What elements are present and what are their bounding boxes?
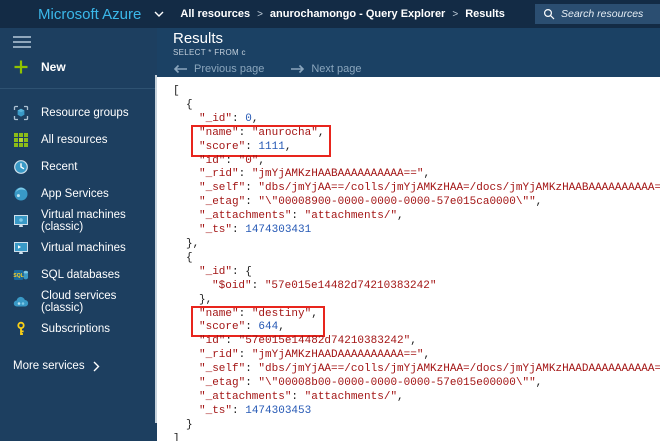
json-line: "score": 1111,	[199, 140, 292, 153]
json-line: "_rid": "jmYjAMKzHAADAAAAAAAAAA==",	[199, 349, 431, 362]
json-line: "id": "0",	[199, 154, 266, 167]
json-line: ]	[173, 432, 180, 441]
json-line: "_id": 0,	[199, 112, 259, 125]
paging-controls: Previous page Next page	[173, 63, 660, 75]
json-line: {	[186, 251, 193, 264]
results-content: [ { "_id": 0, "name": "anurocha", "score": 1…	[157, 77, 660, 441]
json-line: "$oid": "57e015e14482d74210383242"	[212, 279, 437, 292]
sidebar-item-virtual-machines-classic[interactable]: Virtual machines (classic)	[0, 207, 157, 234]
subscriptions-icon	[17, 321, 25, 335]
breadcrumb-separator-icon: >	[452, 8, 459, 20]
sidebar-item-app-services[interactable]: App Services	[0, 180, 157, 207]
json-line: "_self": "dbs/jmYjAA==/colls/jmYjAMKzHAA…	[199, 363, 660, 376]
sidebar-item-label: Subscriptions	[41, 322, 111, 335]
sidebar-item-sql-databases[interactable]: SQL SQL databases	[0, 261, 157, 288]
breadcrumb: All resources > anurochamongo - Query Ex…	[180, 8, 505, 20]
breadcrumb-item-all-resources[interactable]: All resources	[180, 8, 250, 20]
sidebar-item-label: Resource groups	[41, 106, 129, 119]
json-line: "_id": {	[199, 265, 252, 278]
sidebar-divider	[0, 88, 157, 89]
hamburger-menu-icon[interactable]	[13, 36, 31, 48]
json-line: [	[173, 85, 180, 97]
sidebar-item-label: Virtual machines (classic)	[41, 208, 126, 233]
json-line: "_etag": "\"00008900-0000-0000-0000-57e0…	[199, 196, 543, 209]
sidebar-item-subscriptions[interactable]: Subscriptions	[0, 315, 157, 342]
previous-page-button[interactable]: Previous page	[173, 63, 264, 75]
vm-icon	[14, 241, 28, 254]
json-line: "name": "destiny",	[199, 307, 318, 320]
sidebar-item-all-resources[interactable]: All resources	[0, 126, 157, 153]
all-resources-icon	[14, 132, 28, 147]
query-text: SELECT * FROM c	[173, 48, 246, 57]
sidebar-item-label: More services	[13, 360, 85, 372]
json-line: "_ts": 1474303431	[199, 224, 312, 237]
page-title: Results	[173, 30, 224, 47]
resource-groups-icon	[13, 105, 29, 120]
sidebar-item-label: Cloud services (classic)	[41, 289, 117, 314]
highlight-box: "name": "anurocha", "score": 1111,	[191, 124, 332, 157]
results-blade-header: Results SELECT * FROM c Previous page Ne…	[157, 28, 660, 77]
sidebar-item-label: New	[41, 60, 66, 74]
arrow-left-icon	[173, 64, 187, 74]
json-line: }	[186, 418, 193, 431]
highlight-box: "name": "destiny", "score": 644,	[191, 305, 325, 338]
next-page-button[interactable]: Next page	[290, 63, 361, 75]
arrow-right-icon	[291, 64, 305, 74]
sidebar-item-virtual-machines[interactable]: Virtual machines	[0, 234, 157, 261]
plus-icon	[14, 60, 28, 74]
sidebar-nav: Resource groups All resources Recent App…	[0, 99, 157, 342]
sidebar-item-label: App Services	[41, 187, 109, 200]
sidebar-item-label: Virtual machines	[41, 241, 126, 254]
sidebar-item-resource-groups[interactable]: Resource groups	[0, 99, 157, 126]
recent-icon	[14, 159, 28, 174]
svg-text:SQL: SQL	[13, 272, 23, 278]
breadcrumb-item-query-explorer[interactable]: anurochamongo - Query Explorer	[270, 8, 445, 20]
sidebar-item-label: SQL databases	[41, 268, 120, 281]
json-line: "_ts": 1474303453	[199, 404, 312, 417]
json-line: "_etag": "\"00008b00-0000-0000-0000-57e0…	[199, 377, 543, 390]
azure-logo[interactable]: Microsoft Azure	[38, 6, 141, 23]
sidebar-item-cloud-services-classic[interactable]: Cloud services (classic)	[0, 288, 157, 315]
previous-page-label: Previous page	[194, 63, 265, 75]
sidebar-item-label: Recent	[41, 160, 78, 173]
sidebar: New Resource groups All resources Recent…	[0, 28, 157, 441]
breadcrumb-separator-icon: >	[257, 8, 263, 20]
top-bar: Microsoft Azure All resources > anurocha…	[0, 0, 660, 28]
next-page-label: Next page	[311, 63, 362, 75]
json-line: "_attachments": "attachments/",	[199, 390, 404, 403]
search-box[interactable]	[535, 4, 660, 24]
json-line: "_self": "dbs/jmYjAA==/colls/jmYjAMKzHAA…	[199, 182, 660, 195]
json-line: "_attachments": "attachments/",	[199, 210, 404, 223]
json-line: "id": "57e015e14482d74210383242",	[199, 335, 417, 348]
cloud-services-icon	[13, 296, 29, 307]
sidebar-item-recent[interactable]: Recent	[0, 153, 157, 180]
vm-classic-icon	[14, 214, 28, 227]
sidebar-item-more-services[interactable]: More services	[0, 354, 157, 378]
chevron-down-icon[interactable]	[154, 11, 164, 18]
chevron-right-icon	[93, 361, 100, 371]
json-viewer: [ { "_id": 0, "name": "anurocha", "score": 1…	[157, 77, 660, 441]
search-input[interactable]	[561, 8, 656, 20]
sql-databases-icon: SQL	[13, 269, 28, 280]
json-line: {	[186, 98, 193, 111]
json-line: "name": "anurocha",	[199, 126, 325, 139]
sidebar-item-label: All resources	[41, 133, 108, 146]
app-services-icon	[14, 187, 28, 200]
json-line: "_rid": "jmYjAMKzHAABAAAAAAAAAA==",	[199, 168, 431, 181]
search-icon	[543, 8, 555, 20]
breadcrumb-item-results[interactable]: Results	[465, 8, 505, 20]
json-line: "score": 644,	[199, 321, 285, 334]
sidebar-item-new[interactable]: New	[0, 48, 157, 85]
json-line: },	[186, 237, 200, 250]
